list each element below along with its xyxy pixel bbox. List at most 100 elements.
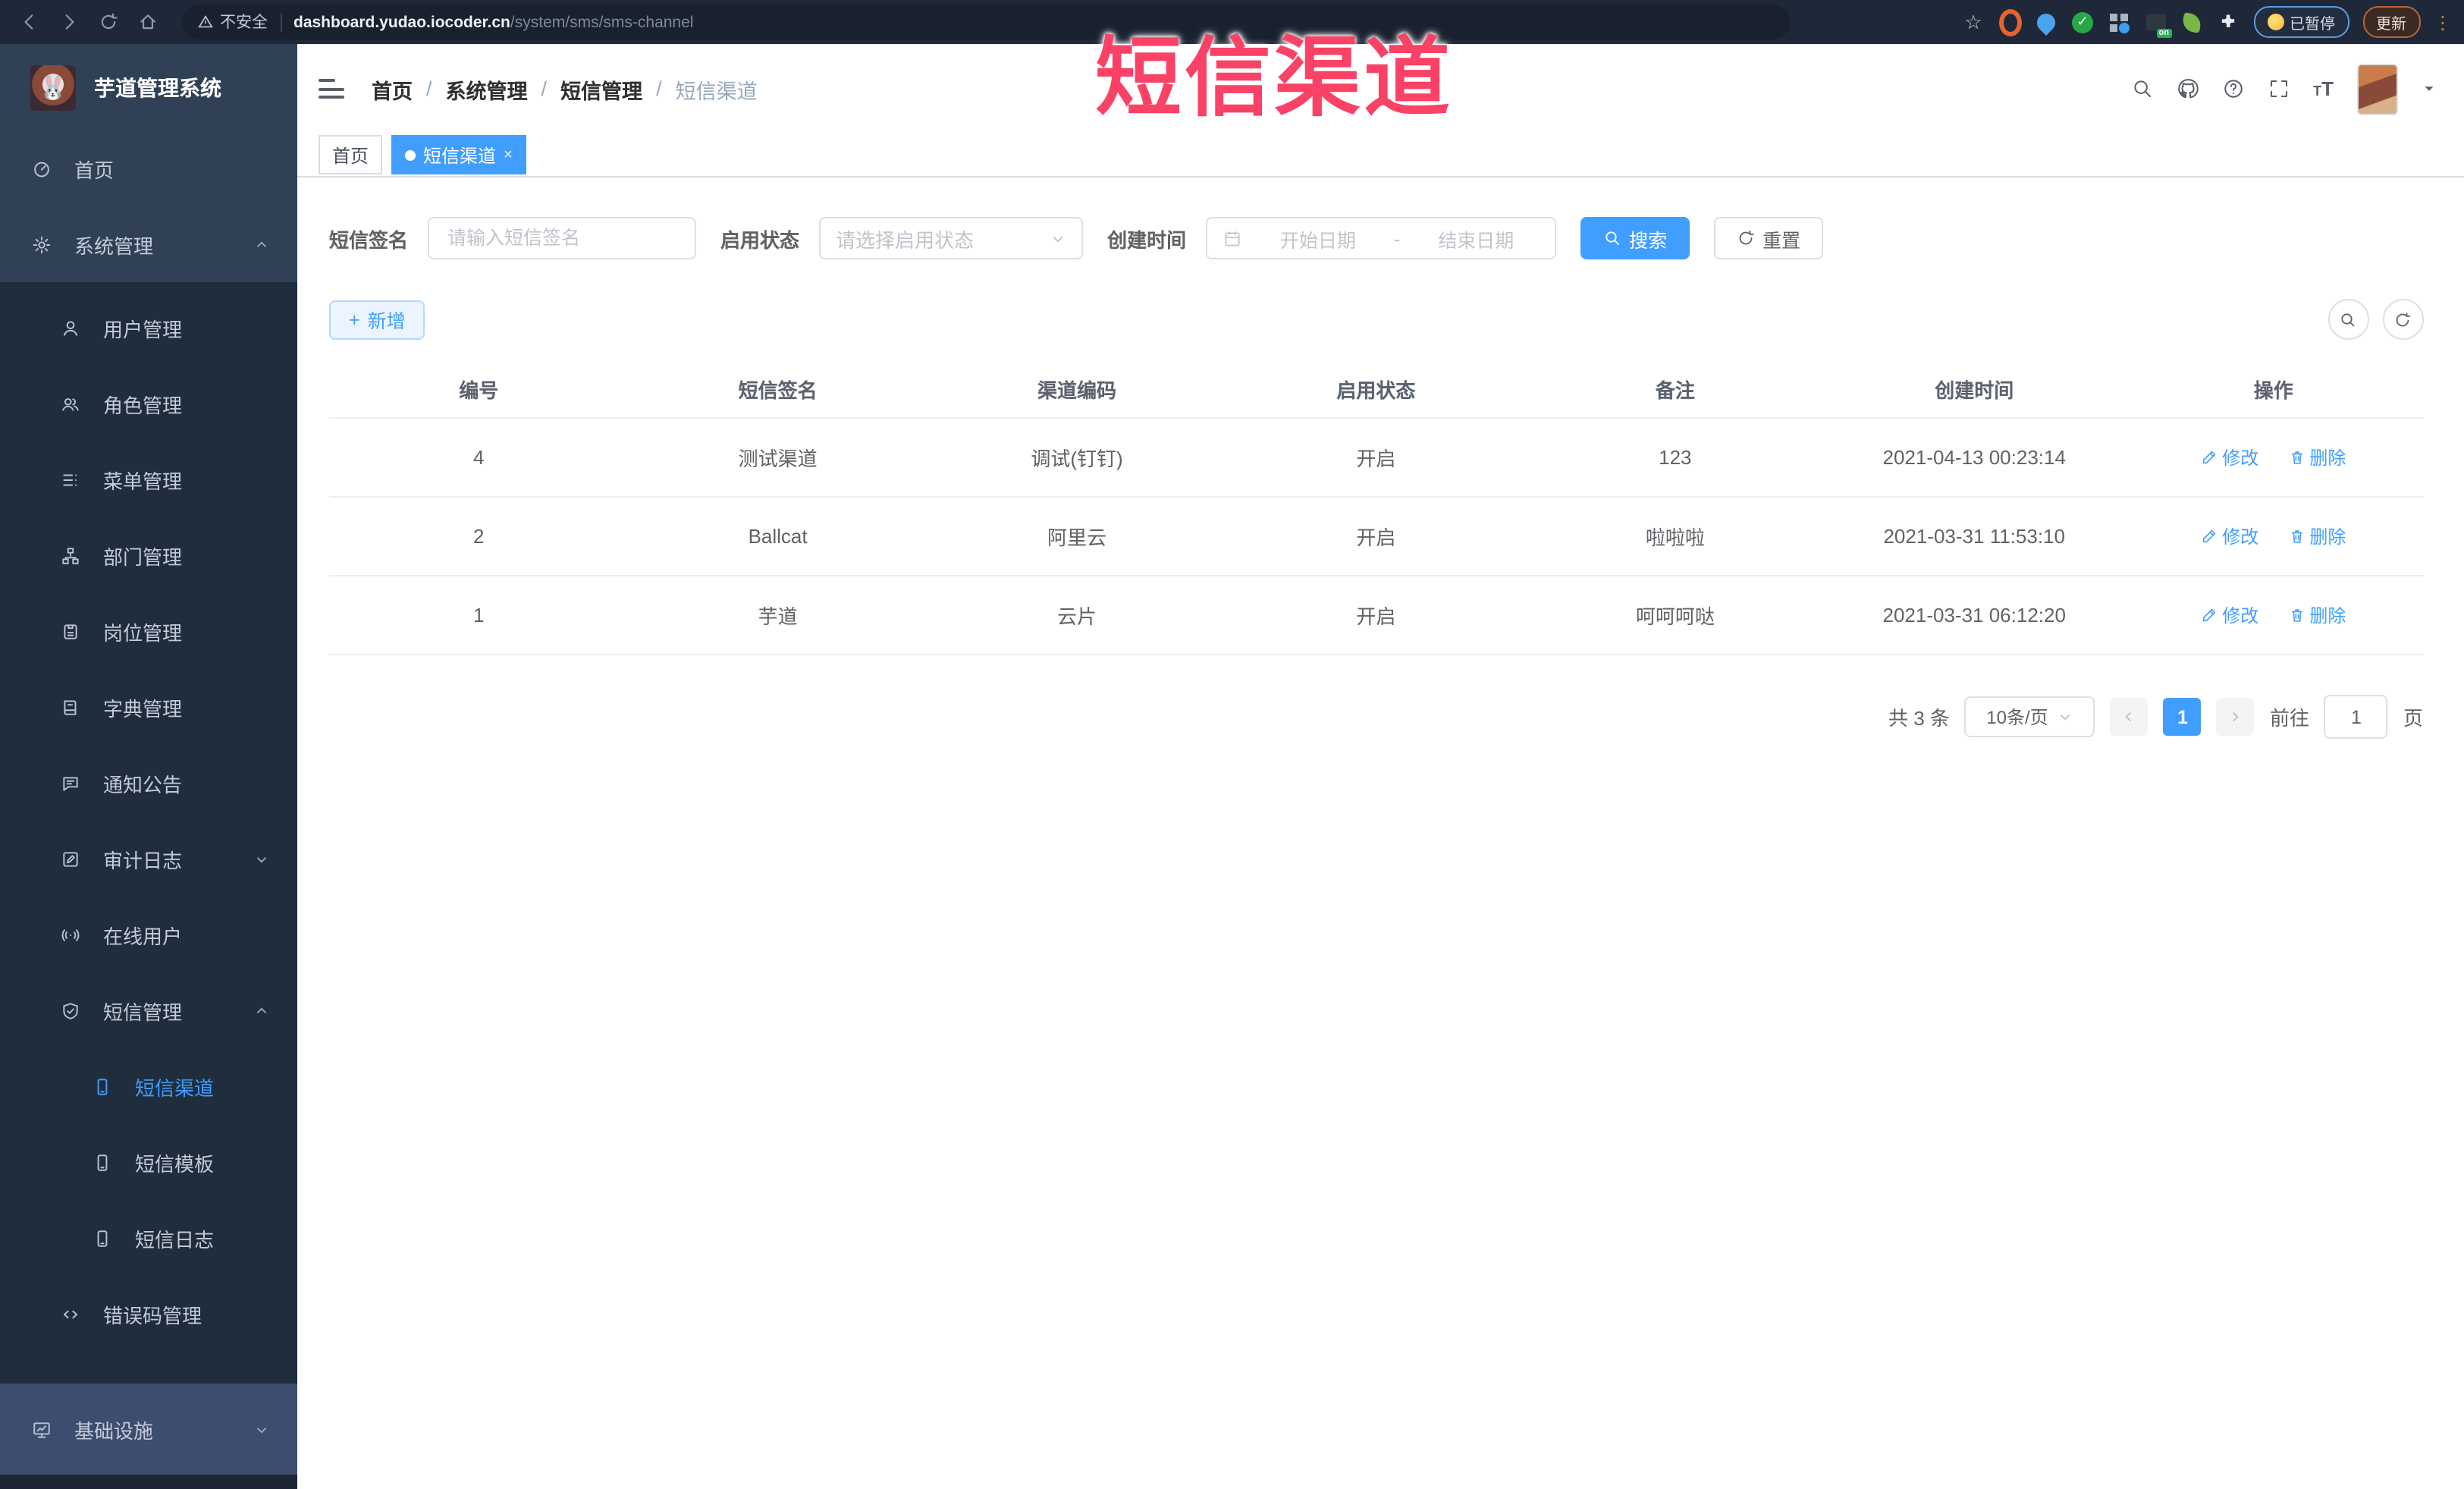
date-end-placeholder[interactable]: 结束日期: [1412, 224, 1540, 253]
dictionary-icon: [61, 697, 80, 717]
refresh-table-button[interactable]: [2382, 299, 2423, 340]
extension-check-icon[interactable]: ✓: [2071, 11, 2094, 33]
edit-link[interactable]: 修改: [2201, 445, 2258, 470]
edit-link[interactable]: 修改: [2201, 523, 2258, 549]
extension-grid-icon[interactable]: [2108, 11, 2130, 33]
sidebar-item-sms-template[interactable]: 短信模板: [0, 1124, 297, 1200]
breadcrumb-sms-mgmt[interactable]: 短信管理: [560, 74, 642, 104]
sidebar-item-audit-log[interactable]: 审计日志: [0, 821, 297, 897]
toggle-search-button[interactable]: [2327, 299, 2368, 340]
signature-input-wrap: [428, 217, 697, 259]
delete-link[interactable]: 删除: [2288, 602, 2346, 628]
sidebar-item-infrastructure[interactable]: 基础设施: [0, 1384, 297, 1475]
divider: [280, 13, 281, 31]
delete-link[interactable]: 删除: [2288, 523, 2346, 549]
add-button[interactable]: + 新增: [329, 300, 425, 339]
extension-on-badge-icon[interactable]: [2144, 11, 2171, 38]
extension-pin-icon[interactable]: [2033, 9, 2059, 35]
trash-icon: [2288, 528, 2305, 545]
reset-button[interactable]: 重置: [1714, 217, 1824, 259]
chevron-down-icon: [1050, 230, 1066, 247]
tab-sms-channel[interactable]: 短信渠道 ×: [391, 135, 526, 174]
online-users-icon: [61, 925, 80, 944]
table-row: 1 芋道 云片 开启 呵呵呵哒 2021-03-31 06:12:20 修改 删…: [329, 576, 2423, 655]
breadcrumb-home[interactable]: 首页: [372, 74, 413, 104]
sidebar-item-sms-channel[interactable]: 短信渠道: [0, 1048, 297, 1124]
profile-paused-badge[interactable]: 已暂停: [2253, 6, 2349, 38]
update-button[interactable]: 更新: [2362, 6, 2420, 38]
date-range-picker[interactable]: 开始日期 - 结束日期: [1206, 217, 1557, 259]
col-id: 编号: [329, 360, 629, 419]
page-size-select[interactable]: 10条/页: [1964, 696, 2095, 737]
search-button[interactable]: 搜索: [1580, 217, 1690, 259]
extension-orange-icon[interactable]: [1998, 8, 2021, 36]
screen: 不安全 dashboard.yudao.iocoder.cn/system/sm…: [0, 0, 2464, 1489]
sidebar-item-dict-mgmt[interactable]: 字典管理: [0, 669, 297, 745]
bookmark-star-icon[interactable]: ☆: [1962, 11, 1985, 33]
sidebar-section-infra: 基础设施: [0, 1384, 297, 1475]
sidebar-item-home[interactable]: 首页: [0, 130, 297, 206]
sidebar-item-sms-mgmt[interactable]: 短信管理: [0, 972, 297, 1048]
next-page-button[interactable]: [2216, 698, 2255, 736]
goto-page-input[interactable]: [2324, 695, 2388, 739]
prev-page-button[interactable]: [2110, 698, 2149, 736]
badge-icon: [61, 621, 80, 641]
audit-log-icon: [61, 849, 80, 869]
sidebar-item-user-mgmt[interactable]: 用户管理: [0, 290, 297, 366]
help-icon[interactable]: [2222, 77, 2245, 100]
avatar[interactable]: [2356, 63, 2397, 115]
home-icon[interactable]: [127, 5, 167, 39]
close-icon[interactable]: ×: [504, 146, 513, 163]
tags-view: 首页 短信渠道 ×: [297, 134, 2464, 177]
col-signature: 短信签名: [628, 360, 928, 419]
signature-input[interactable]: [444, 226, 680, 250]
address-bar[interactable]: 不安全 dashboard.yudao.iocoder.cn/system/sm…: [182, 5, 1790, 39]
search-icon[interactable]: [2131, 77, 2154, 100]
app-logo[interactable]: 🐰 芋道管理系统: [0, 44, 297, 130]
sidebar-item-role-mgmt[interactable]: 角色管理: [0, 366, 297, 441]
trash-icon: [2288, 449, 2305, 466]
sidebar-item-sms-log[interactable]: 短信日志: [0, 1200, 297, 1276]
url-host: dashboard.yudao.iocoder.cn: [293, 13, 510, 31]
browser-menu-icon[interactable]: ⋮: [2434, 13, 2452, 31]
phone-icon: [93, 1152, 112, 1172]
hamburger-icon[interactable]: [319, 79, 344, 99]
chevron-down-icon: [253, 1421, 270, 1437]
chevron-down-icon: [2058, 708, 2074, 725]
delete-link[interactable]: 删除: [2288, 445, 2346, 470]
sidebar-item-online-users[interactable]: 在线用户: [0, 897, 297, 972]
sidebar-item-menu-mgmt[interactable]: 菜单管理: [0, 441, 297, 517]
reload-icon[interactable]: [88, 5, 127, 39]
caret-down-icon[interactable]: [2420, 80, 2437, 97]
sidebar-item-post-mgmt[interactable]: 岗位管理: [0, 593, 297, 669]
edit-link[interactable]: 修改: [2201, 602, 2258, 628]
extensions-puzzle-icon[interactable]: [2217, 11, 2240, 33]
security-warning[interactable]: 不安全: [197, 11, 268, 33]
sidebar-item-dept-mgmt[interactable]: 部门管理: [0, 517, 297, 593]
created-label: 创建时间: [1107, 228, 1187, 251]
date-start-placeholder[interactable]: 开始日期: [1254, 224, 1382, 253]
browser-extensions-area: ☆ ✓ 已暂停 更新 ⋮: [1962, 6, 2464, 38]
search-icon: [1603, 229, 1621, 247]
page-number-1[interactable]: 1: [2163, 698, 2202, 736]
tab-home[interactable]: 首页: [319, 135, 383, 174]
goto-label: 前往: [2269, 707, 2309, 730]
github-icon[interactable]: [2177, 77, 2199, 100]
forward-icon[interactable]: [49, 5, 88, 39]
url-path: /system/sms/sms-channel: [510, 13, 694, 31]
extension-leaf-icon[interactable]: [2180, 11, 2203, 33]
col-status: 启用状态: [1226, 360, 1526, 419]
warning-icon: [197, 14, 214, 30]
breadcrumb-system-mgmt[interactable]: 系统管理: [446, 74, 528, 104]
sidebar-item-system-mgmt[interactable]: 系统管理: [0, 206, 297, 282]
sidebar-item-notice[interactable]: 通知公告: [0, 745, 297, 821]
app-title: 芋道管理系统: [94, 75, 221, 99]
back-icon[interactable]: [9, 5, 49, 39]
chevron-up-icon: [253, 236, 270, 253]
status-select[interactable]: 请选择启用状态: [819, 217, 1084, 259]
menu-list-icon: [61, 470, 80, 489]
sidebar-item-error-code[interactable]: 错误码管理: [0, 1276, 297, 1352]
font-size-icon[interactable]: TT: [2313, 77, 2334, 100]
fullscreen-icon[interactable]: [2268, 77, 2290, 100]
chevron-up-icon: [253, 1002, 270, 1019]
